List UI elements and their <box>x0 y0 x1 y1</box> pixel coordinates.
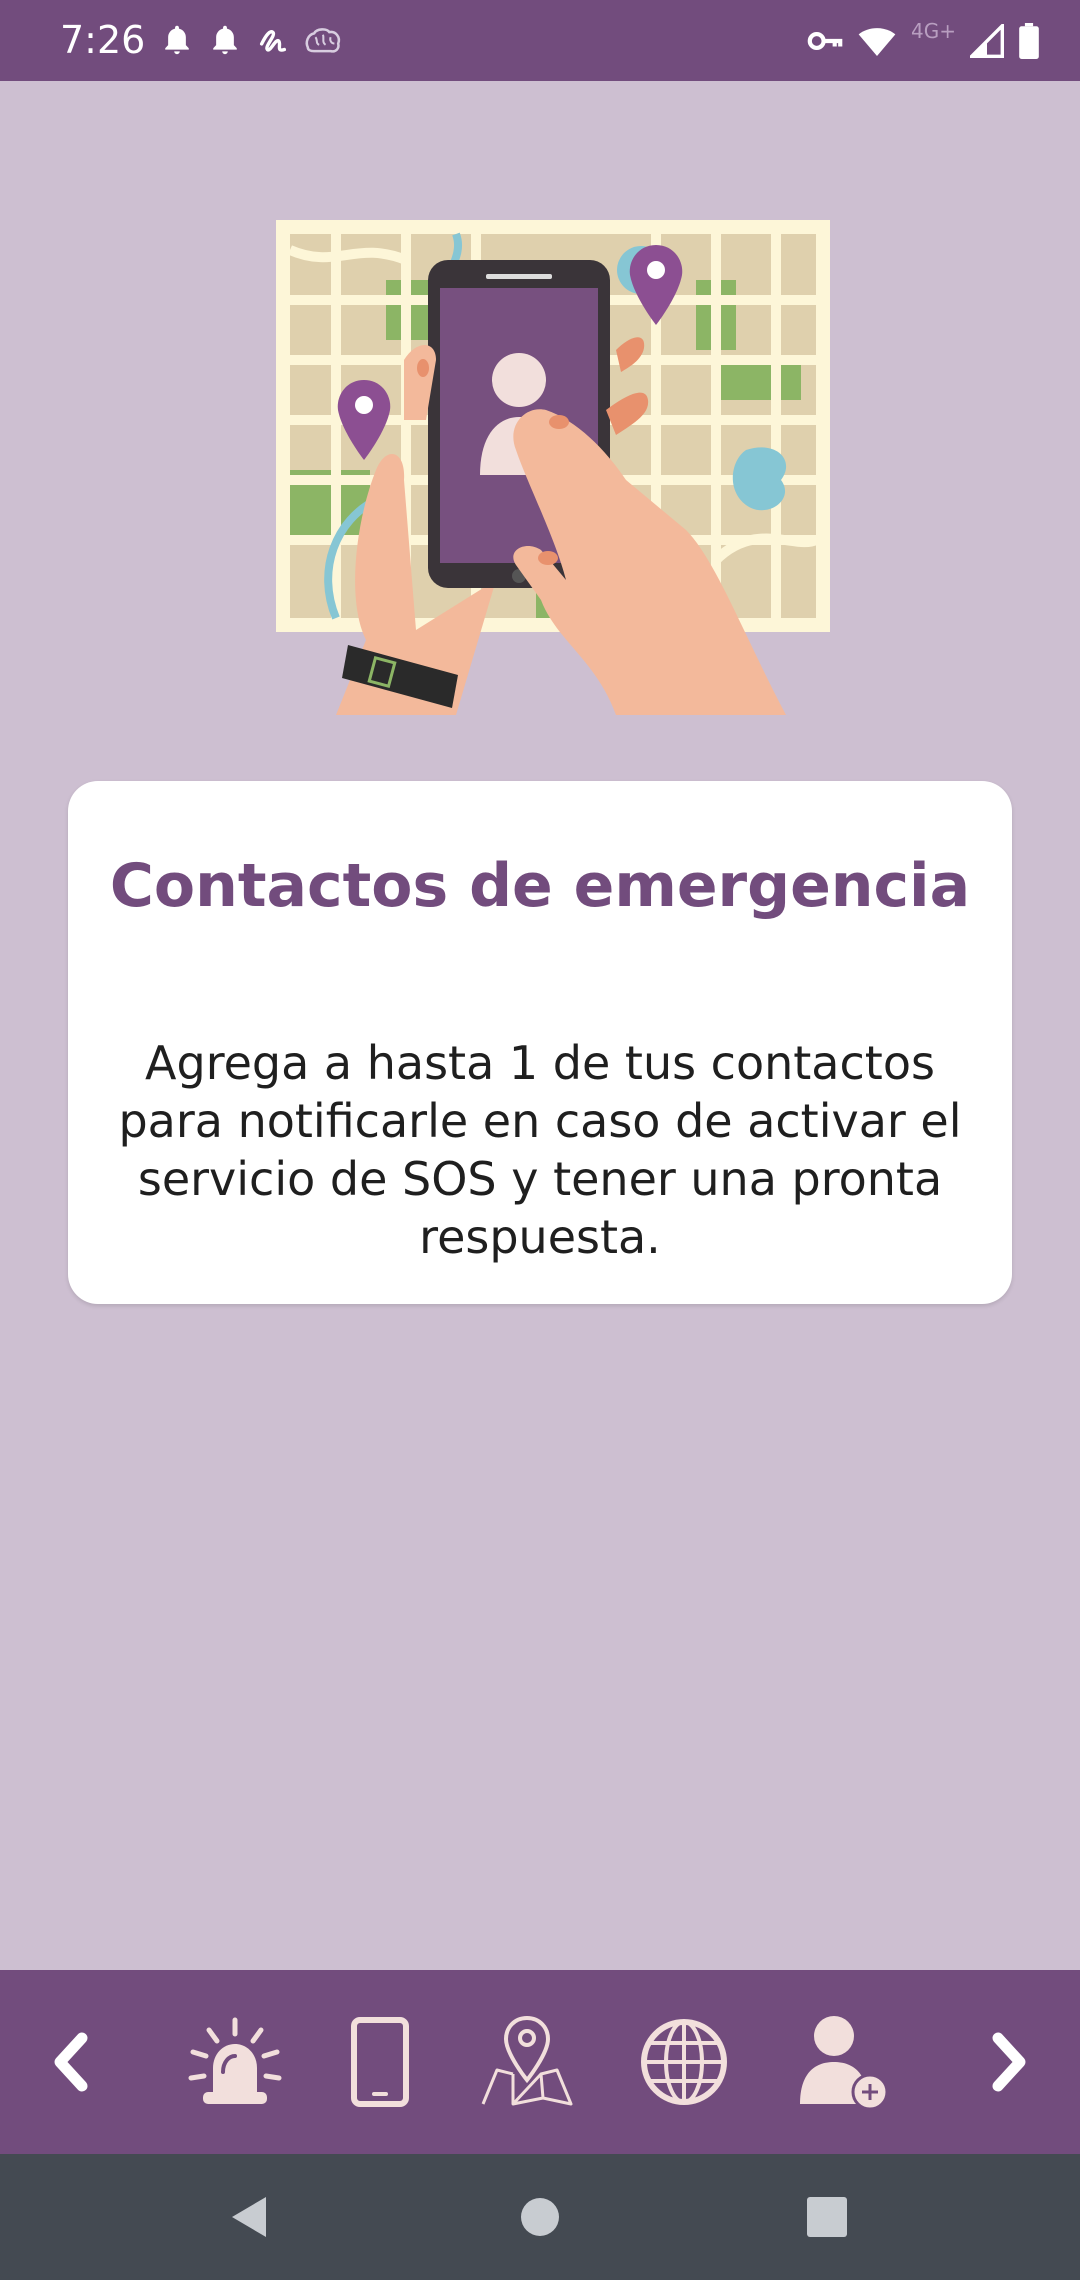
status-time: 7:26 <box>60 18 146 62</box>
chevron-right-icon <box>992 2032 1026 2092</box>
feature-toolbar <box>0 1970 1080 2154</box>
recents-icon <box>807 2197 847 2237</box>
sos-alarm-button[interactable] <box>180 1970 290 2154</box>
info-card: Contactos de emergencia Agrega a hasta 1… <box>68 781 1012 1304</box>
back-icon <box>232 2197 266 2237</box>
scribble-icon <box>259 30 287 52</box>
system-status-icons: 4G+ <box>807 18 1040 63</box>
wifi-icon <box>858 27 896 56</box>
next-button[interactable] <box>970 1970 1050 2154</box>
notification-icons <box>160 20 342 62</box>
brain-icon <box>305 28 341 53</box>
emergency-contacts-button[interactable] <box>790 1970 894 2154</box>
bell-icon <box>165 25 189 55</box>
map-phone-illustration <box>276 220 830 715</box>
location-button[interactable] <box>475 1970 579 2154</box>
map-pin-icon <box>481 2015 573 2106</box>
card-description: Agrega a hasta 1 de tus contactos para n… <box>118 1036 962 1264</box>
device-button[interactable] <box>340 1970 420 2154</box>
bell-icon <box>213 25 237 55</box>
web-button[interactable] <box>636 1970 732 2154</box>
system-navigation-bar <box>0 2154 1080 2280</box>
key-icon <box>807 31 843 50</box>
recents-button[interactable] <box>787 2154 867 2280</box>
home-icon <box>521 2198 559 2236</box>
card-title: Contactos de emergencia <box>109 851 971 921</box>
add-contact-icon <box>800 2016 889 2111</box>
smartphone-icon <box>351 2017 409 2107</box>
network-type-label: 4G+ <box>911 18 956 43</box>
signal-icon <box>970 23 1004 58</box>
back-button[interactable] <box>210 2154 290 2280</box>
globe-icon <box>641 2019 727 2105</box>
status-bar: 7:26 4G+ <box>0 0 1080 81</box>
home-button[interactable] <box>500 2154 580 2280</box>
battery-icon <box>1019 22 1039 59</box>
siren-icon <box>188 2017 282 2104</box>
chevron-left-icon <box>54 2032 88 2092</box>
previous-button[interactable] <box>30 1970 110 2154</box>
